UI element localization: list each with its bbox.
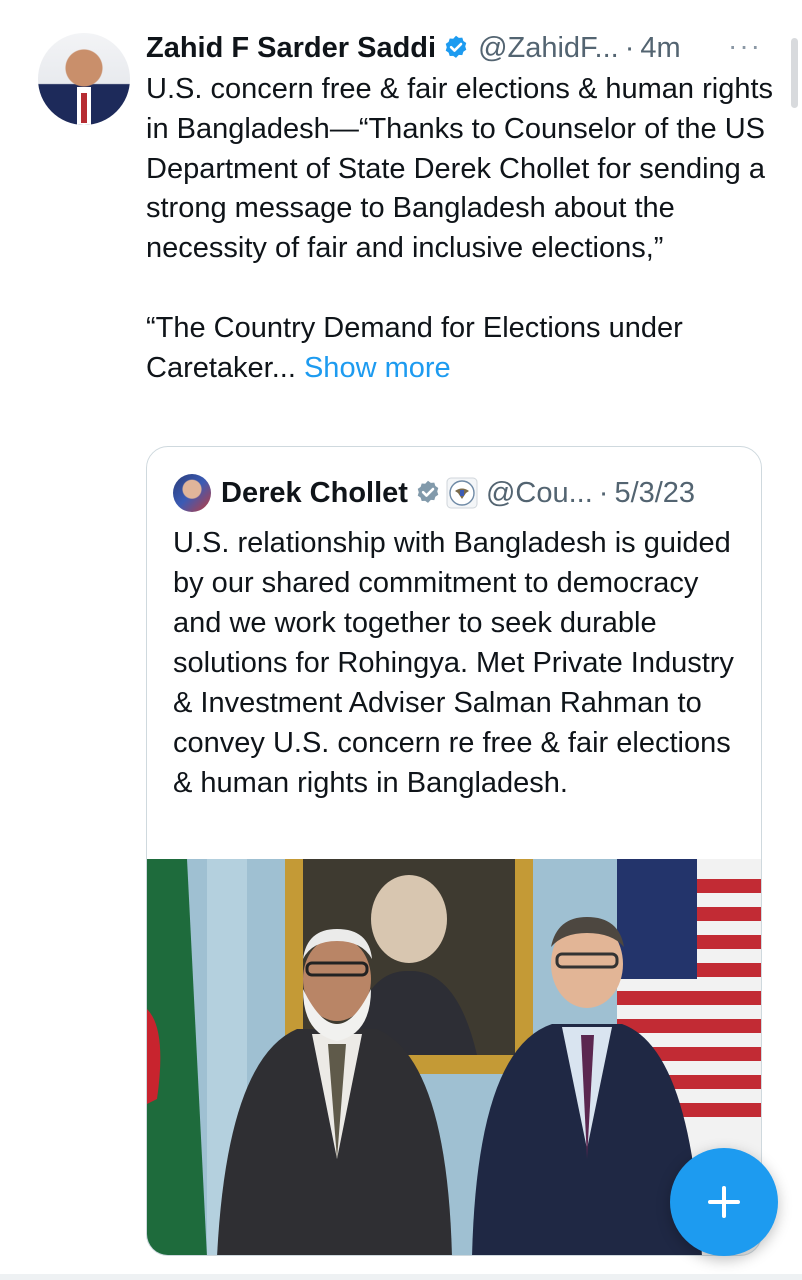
scrollbar[interactable] [791, 38, 798, 108]
quoted-tweet-text: U.S. relationship with Bangladesh is gui… [173, 527, 734, 799]
tweet-action-bar [0, 1274, 802, 1280]
plus-icon [708, 1186, 740, 1218]
tweet-body: U.S. concern free & fair elections & hum… [146, 73, 774, 384]
show-more-link[interactable]: Show more [304, 352, 451, 384]
tweet-time[interactable]: 4m [640, 32, 680, 65]
quoted-author-name[interactable]: Derek Chollet [221, 477, 408, 510]
author-handle[interactable]: @ZahidF... [478, 32, 619, 65]
avatar-tie [81, 93, 87, 123]
more-horizontal-icon[interactable]: ··· [728, 30, 762, 62]
tweet-text: U.S. concern free & fair elections & hum… [146, 70, 776, 388]
us-state-department-seal-icon [446, 477, 478, 509]
quoted-author-handle[interactable]: @Cou... [486, 477, 593, 510]
quoted-tweet[interactable]: Derek Chollet @Cou... · 5/3/23 U.S. rela… [146, 446, 762, 1256]
verified-badge-icon [445, 35, 467, 58]
quoted-author-avatar[interactable] [173, 474, 211, 512]
quoted-header-separator: · [598, 476, 609, 509]
gov-verified-badge-icon [417, 480, 439, 503]
header-separator: · [624, 31, 635, 64]
quoted-tweet-date[interactable]: 5/3/23 [614, 477, 695, 510]
tweet-header: Zahid F Sarder Saddi @ZahidF... · 4m [146, 28, 782, 68]
author-avatar[interactable] [38, 33, 130, 125]
compose-tweet-button[interactable] [670, 1148, 778, 1256]
author-name[interactable]: Zahid F Sarder Saddi [146, 32, 436, 65]
quoted-tweet-header: Derek Chollet @Cou... · 5/3/23 [173, 473, 741, 513]
